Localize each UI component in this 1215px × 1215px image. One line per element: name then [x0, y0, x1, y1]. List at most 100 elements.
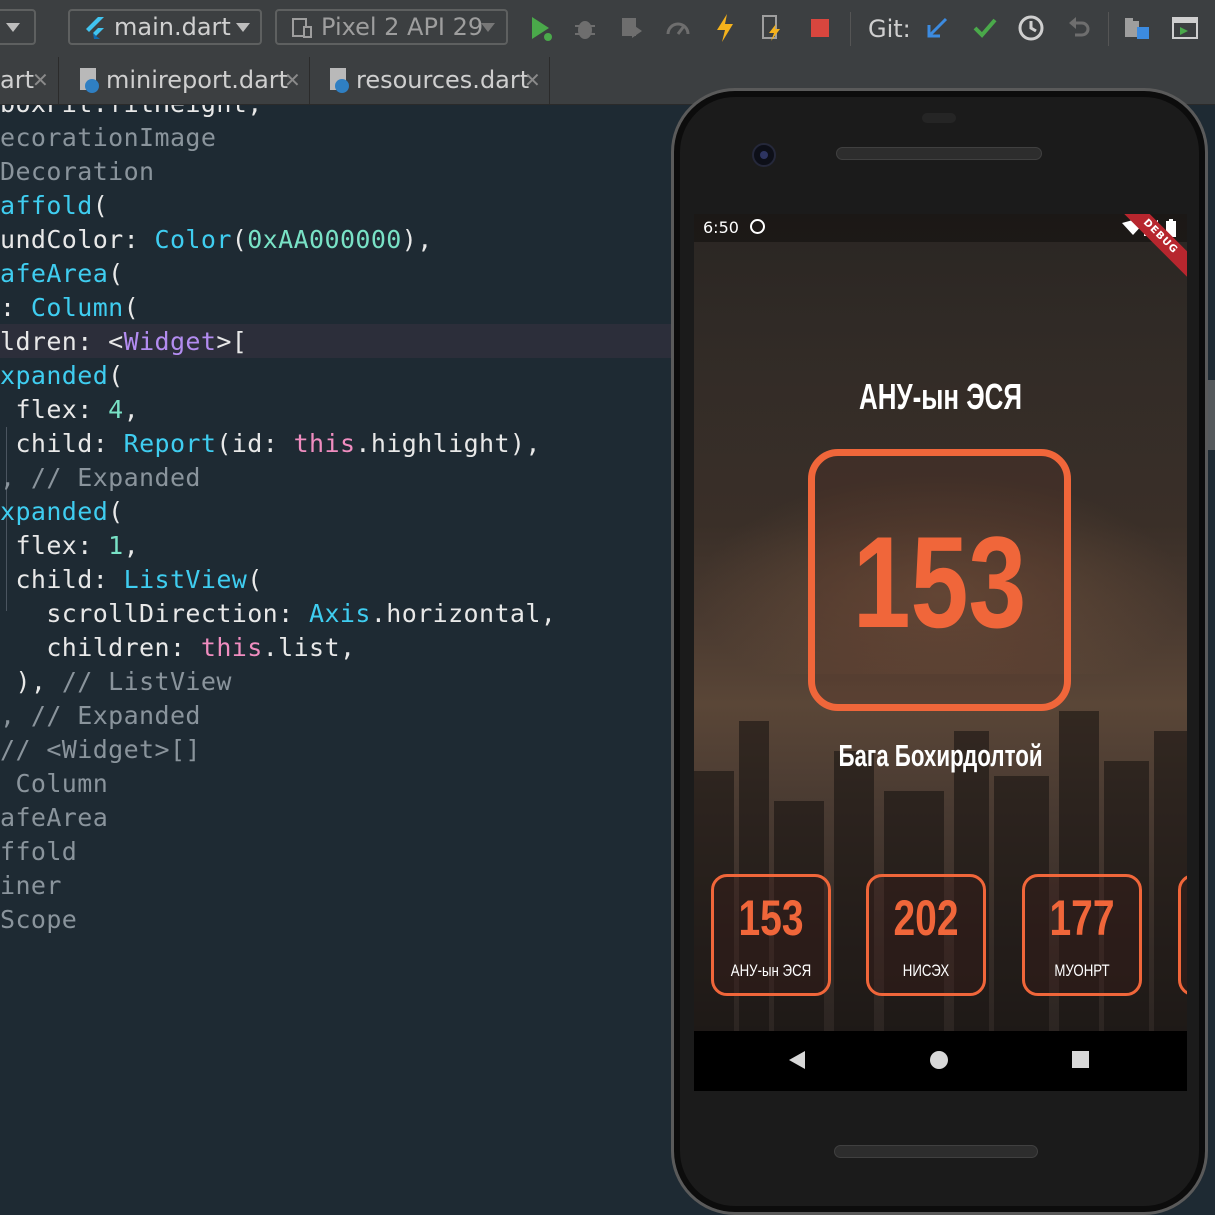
code-token: child:: [0, 565, 124, 594]
run-icon[interactable]: [525, 12, 555, 44]
report-label: НИСЭХ: [902, 961, 950, 980]
code-line[interactable]: undColor: Color(0xAA000000),: [0, 223, 433, 257]
code-line[interactable]: children: this.list,: [0, 631, 355, 665]
bottom-speaker-grille: [834, 1145, 1038, 1158]
camera-icon: [752, 143, 776, 167]
rollback-icon[interactable]: [1064, 12, 1094, 44]
history-icon[interactable]: [1016, 12, 1046, 44]
attach-icon[interactable]: [663, 12, 693, 44]
run-config-selector[interactable]: main.dart: [68, 9, 262, 45]
report-label: АНУ-ын ЭСЯ: [730, 961, 812, 980]
code-token: ,: [123, 395, 140, 424]
code-line[interactable]: Decoration: [0, 155, 155, 189]
hot-reload-icon[interactable]: [710, 12, 740, 44]
dart-file-icon: [330, 68, 349, 93]
code-token: Widget: [123, 327, 217, 356]
code-token: this: [293, 429, 356, 458]
code-line[interactable]: xpanded(: [0, 359, 124, 393]
code-token: flex:: [0, 531, 109, 560]
device-icon: [292, 18, 312, 38]
code-line[interactable]: child: ListView(: [0, 563, 263, 597]
debug-icon[interactable]: [570, 12, 600, 44]
code-token: Color: [154, 225, 232, 254]
back-icon[interactable]: [789, 1051, 805, 1069]
code-token: .list,: [262, 633, 356, 662]
code-token: ),: [401, 225, 433, 254]
speaker-grille: [836, 147, 1042, 160]
code-token: 1: [108, 531, 124, 560]
code-line[interactable]: Scope: [0, 903, 77, 937]
git-commit-icon[interactable]: [970, 12, 1000, 44]
recents-icon[interactable]: [1072, 1051, 1089, 1068]
code-line[interactable]: afeArea: [0, 801, 108, 835]
close-icon[interactable]: ✕: [524, 57, 541, 103]
code-token: >[: [216, 327, 248, 356]
hot-restart-icon[interactable]: [756, 12, 786, 44]
tab-label: resources.dart: [356, 66, 530, 94]
code-token: Column: [30, 293, 124, 322]
tab-resources[interactable]: resources.dart ✕: [310, 57, 550, 104]
device-selector[interactable]: Pixel 2 API 29: [275, 9, 508, 45]
close-icon[interactable]: ✕: [32, 57, 49, 103]
code-token: , // Expanded: [0, 701, 201, 730]
home-icon[interactable]: [930, 1051, 948, 1069]
notification-icon: [750, 219, 765, 234]
project-structure-icon[interactable]: [1122, 12, 1152, 44]
report-value: 177: [1049, 890, 1115, 946]
code-token: ecorationImage: [0, 123, 217, 152]
code-line[interactable]: child: Report(id: this.highlight),: [0, 427, 541, 461]
code-line[interactable]: ldren: <Widget>[: [0, 325, 247, 359]
report-value: 202: [893, 890, 959, 946]
tab-minireport[interactable]: minireport.dart ✕: [60, 57, 310, 104]
emulator-screen[interactable]: 6:50 DEBUG АНУ-ын ЭСЯ 153 Бага Бохирдолт…: [694, 214, 1187, 1031]
android-nav-bar: [694, 1031, 1187, 1091]
code-line[interactable]: scrollDirection: Axis.horizontal,: [0, 597, 556, 631]
code-token: (: [123, 293, 140, 322]
code-token: boxFit.fitHeight,: [0, 105, 263, 118]
code-line[interactable]: : Column(: [0, 291, 139, 325]
code-token: Report: [123, 429, 217, 458]
code-line[interactable]: iner: [0, 869, 62, 903]
profile-icon[interactable]: [616, 12, 646, 44]
code-line[interactable]: ffold: [0, 835, 77, 869]
report-card[interactable]: 177 МУОНРТ: [1022, 874, 1142, 996]
code-line[interactable]: Column: [0, 767, 108, 801]
code-token: (: [247, 565, 263, 594]
code-token: ListView: [123, 565, 248, 594]
report-value: 153: [738, 890, 804, 946]
code-line[interactable]: flex: 1,: [0, 529, 139, 563]
code-line[interactable]: affold(: [0, 189, 108, 223]
code-line[interactable]: , // Expanded: [0, 699, 201, 733]
tab-label: minireport.dart: [106, 66, 289, 94]
git-update-icon[interactable]: [922, 12, 952, 44]
close-icon[interactable]: ✕: [284, 57, 301, 103]
code-token: iner: [0, 871, 62, 900]
tab-label: art: [0, 66, 34, 94]
code-line[interactable]: // <Widget>[]: [0, 733, 201, 767]
report-card[interactable]: 202 НИСЭХ: [866, 874, 986, 996]
stop-icon[interactable]: [805, 12, 835, 44]
code-line[interactable]: xpanded(: [0, 495, 124, 529]
report-card-partial[interactable]: [1178, 874, 1187, 996]
code-line[interactable]: ), // ListView: [0, 665, 232, 699]
code-token: 4: [108, 395, 124, 424]
git-label: Git:: [868, 15, 911, 43]
code-token: ),: [0, 667, 62, 696]
highlight-report-card[interactable]: 153: [808, 449, 1071, 711]
flutter-icon: [86, 17, 104, 39]
tab-main-dart[interactable]: art ✕: [0, 57, 59, 104]
device-label: Pixel 2 API 29: [321, 13, 484, 41]
code-line[interactable]: , // Expanded: [0, 461, 201, 495]
code-line[interactable]: ecorationImage: [0, 121, 216, 155]
code-token: children:: [0, 633, 201, 662]
code-token: (: [108, 361, 124, 390]
report-card[interactable]: 153 АНУ-ын ЭСЯ: [711, 874, 831, 996]
code-line[interactable]: boxFit.fitHeight,: [0, 105, 263, 121]
code-line[interactable]: flex: 4,: [0, 393, 139, 427]
back-dropdown[interactable]: [0, 9, 36, 45]
code-token: child:: [0, 429, 124, 458]
code-token: Column: [0, 769, 109, 798]
vertical-scrollbar[interactable]: [1207, 380, 1215, 450]
device-manager-icon[interactable]: [1170, 12, 1200, 44]
code-line[interactable]: afeArea(: [0, 257, 124, 291]
